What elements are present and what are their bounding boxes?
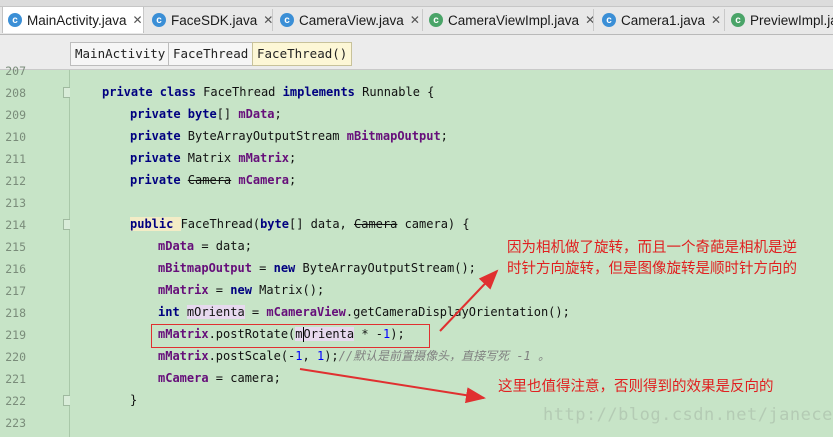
annotation-note-rotation: 因为相机做了旋转，而且一个奇葩是相机是逆 时针方向旋转，但是图像旋转是顺时针方向… [507, 240, 797, 277]
annotation-arrows [299, 269, 499, 404]
arrow-to-note2 [299, 368, 486, 404]
arrow-to-note1 [439, 269, 499, 332]
annotation-note-reverse: 这里也值得注意，否则得到的效果是反向的 [498, 379, 774, 395]
watermark: http://blog.csdn.net/janecer [543, 405, 833, 425]
